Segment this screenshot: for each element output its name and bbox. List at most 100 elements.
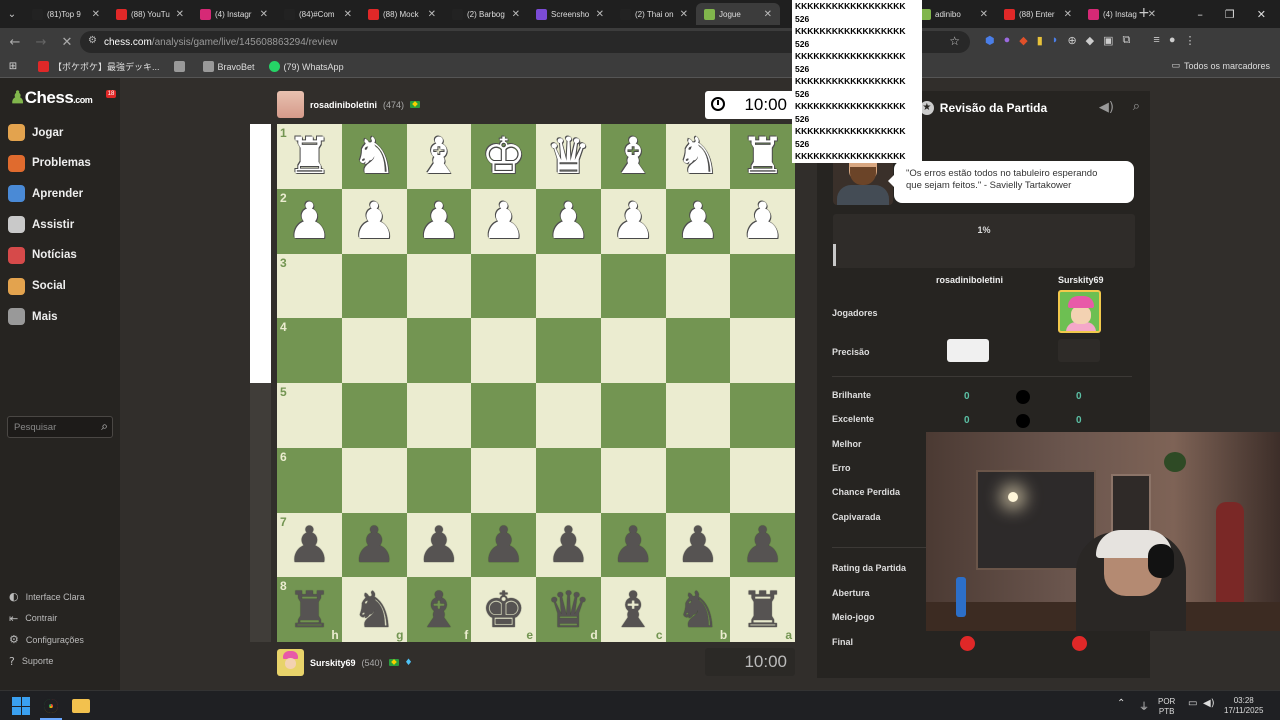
close-tab-icon[interactable]: ✕ xyxy=(680,9,688,20)
board-square[interactable]: 8 h ♜ xyxy=(277,577,342,642)
white-pawn-piece[interactable]: ♟ xyxy=(675,196,720,246)
board-square[interactable]: 3 xyxy=(277,253,342,319)
board-square[interactable]: 2 ♟ xyxy=(277,188,342,254)
black-pawn-piece[interactable]: ♟ xyxy=(352,520,397,570)
board-square[interactable]: g ♞ xyxy=(341,577,407,642)
black-knight-piece[interactable]: ♞ xyxy=(352,585,397,635)
file-explorer-icon[interactable] xyxy=(72,699,90,713)
board-square[interactable]: ♟ xyxy=(536,512,601,578)
board-square[interactable]: d ♛ xyxy=(536,577,601,642)
board-square[interactable]: ♛ xyxy=(536,124,601,189)
browser-tab[interactable]: (88) Mock ✕ xyxy=(360,3,444,25)
black-bishop-piece[interactable]: ♝ xyxy=(416,585,461,635)
board-square[interactable] xyxy=(600,318,666,383)
close-tab-icon[interactable]: ✕ xyxy=(596,9,604,20)
board-square[interactable]: ♟ xyxy=(406,188,472,254)
board-square[interactable] xyxy=(471,447,536,513)
close-tab-icon[interactable]: ✕ xyxy=(428,9,436,20)
close-tab-icon[interactable]: ✕ xyxy=(764,9,772,20)
minimize-icon[interactable]: – xyxy=(1197,8,1203,21)
white-rook-piece[interactable]: ♜ xyxy=(740,131,785,181)
windows-start-icon[interactable] xyxy=(12,697,30,715)
sidebar-link[interactable]: ⚙ Configurações xyxy=(9,633,84,646)
site-info-icon[interactable]: ⚙ xyxy=(88,35,97,46)
white-pawn-piece[interactable]: ♟ xyxy=(416,196,461,246)
board-square[interactable]: 1 ♜ xyxy=(277,124,342,189)
white-king-piece[interactable]: ♚ xyxy=(481,131,526,181)
bookmark-item[interactable]: 【ポケポケ】最強デッキ... xyxy=(38,60,160,73)
browser-tab[interactable]: Jogue ✕ xyxy=(696,3,780,25)
white-pawn-piece[interactable]: ♟ xyxy=(481,196,526,246)
board-square[interactable] xyxy=(730,318,795,383)
clock-tray[interactable]: 03:28 17/11/2025 xyxy=(1224,696,1263,716)
sidebar-item-assistir[interactable]: Assistir xyxy=(8,216,74,234)
search-icon[interactable]: ⌕ xyxy=(101,419,108,434)
sidebar-item-notícias[interactable]: Notícias xyxy=(8,246,77,264)
board-square[interactable] xyxy=(665,447,731,513)
board-square[interactable]: ♟ xyxy=(600,188,666,254)
board-square[interactable]: ♟ xyxy=(730,512,795,578)
language-indicator[interactable]: POR PTB xyxy=(1158,697,1175,717)
board-square[interactable] xyxy=(730,447,795,513)
black-king-piece[interactable]: ♚ xyxy=(481,585,526,635)
white-pawn-piece[interactable]: ♟ xyxy=(287,196,332,246)
browser-tab[interactable]: (84)#Com ✕ xyxy=(276,3,360,25)
board-square[interactable]: ♝ xyxy=(600,124,666,189)
board-square[interactable]: ♚ xyxy=(471,124,536,189)
board-square[interactable]: 5 xyxy=(277,383,342,448)
browser-tab[interactable]: (2) Thai on ✕ xyxy=(612,3,696,25)
tab-search-icon[interactable]: ⌄ xyxy=(0,9,24,20)
microphone-icon[interactable]: ⏚ xyxy=(1139,698,1149,713)
white-pawn-piece[interactable]: ♟ xyxy=(611,196,656,246)
board-square[interactable]: ♞ xyxy=(665,124,731,189)
sidebar-link[interactable]: ⇤ Contrair xyxy=(9,612,57,625)
board-square[interactable] xyxy=(341,447,407,513)
board-square[interactable]: ♞ xyxy=(341,124,407,189)
extension-yellow-icon[interactable]: ▮ xyxy=(1037,34,1043,47)
media-control-icon[interactable]: ≡ xyxy=(1153,34,1159,47)
close-tab-icon[interactable]: ✕ xyxy=(980,9,988,20)
board-square[interactable]: ♟ xyxy=(600,512,666,578)
board-square[interactable] xyxy=(536,253,601,319)
black-rook-piece[interactable]: ♜ xyxy=(287,585,332,635)
extensions-puzzle-icon[interactable]: ⧉ xyxy=(1123,34,1131,47)
board-square[interactable] xyxy=(341,383,407,448)
board-square[interactable] xyxy=(536,318,601,383)
close-tab-icon[interactable]: ✕ xyxy=(92,9,100,20)
board-square[interactable] xyxy=(730,383,795,448)
board-square[interactable]: ♟ xyxy=(341,512,407,578)
zoom-search-icon[interactable]: ⌕ xyxy=(1133,99,1140,114)
browser-tab[interactable]: (88) YouTu ✕ xyxy=(108,3,192,25)
black-pawn-piece[interactable]: ♟ xyxy=(416,520,461,570)
new-tab-button[interactable]: + xyxy=(1138,5,1150,21)
black-pawn-piece[interactable]: ♟ xyxy=(675,520,720,570)
black-queen-piece[interactable]: ♛ xyxy=(546,585,591,635)
close-tab-icon[interactable]: ✕ xyxy=(1064,9,1072,20)
extension-shield-icon[interactable]: ⬢ xyxy=(985,34,995,47)
board-square[interactable]: c ♝ xyxy=(600,577,666,642)
all-bookmarks[interactable]: ▭ Todos os marcadores xyxy=(1171,61,1270,71)
board-square[interactable] xyxy=(600,447,666,513)
maximize-icon[interactable]: ❐ xyxy=(1225,8,1235,21)
white-pawn-piece[interactable]: ♟ xyxy=(546,196,591,246)
black-pawn-piece[interactable]: ♟ xyxy=(740,520,785,570)
extension-red-icon[interactable]: ◆ xyxy=(1019,34,1027,47)
bookmark-item[interactable]: BravoBet xyxy=(202,61,255,72)
board-square[interactable]: f ♝ xyxy=(406,577,472,642)
white-knight-piece[interactable]: ♞ xyxy=(352,131,397,181)
board-square[interactable]: ♟ xyxy=(406,512,472,578)
bookmark-item[interactable] xyxy=(173,61,189,72)
close-tab-icon[interactable]: ✕ xyxy=(344,9,352,20)
top-player-name[interactable]: rosadiniboletini xyxy=(310,100,377,110)
board-square[interactable] xyxy=(471,383,536,448)
black-pawn-piece[interactable]: ♟ xyxy=(481,520,526,570)
sidebar-item-mais[interactable]: Mais xyxy=(8,308,58,326)
board-square[interactable]: ♜ xyxy=(730,124,795,189)
board-square[interactable]: 4 xyxy=(277,318,342,383)
black-bishop-piece[interactable]: ♝ xyxy=(611,585,656,635)
board-square[interactable] xyxy=(341,253,407,319)
board-square[interactable]: 6 xyxy=(277,447,342,513)
forward-icon[interactable]: → xyxy=(28,35,54,50)
white-bishop-piece[interactable]: ♝ xyxy=(611,131,656,181)
board-square[interactable]: a ♜ xyxy=(730,577,795,642)
